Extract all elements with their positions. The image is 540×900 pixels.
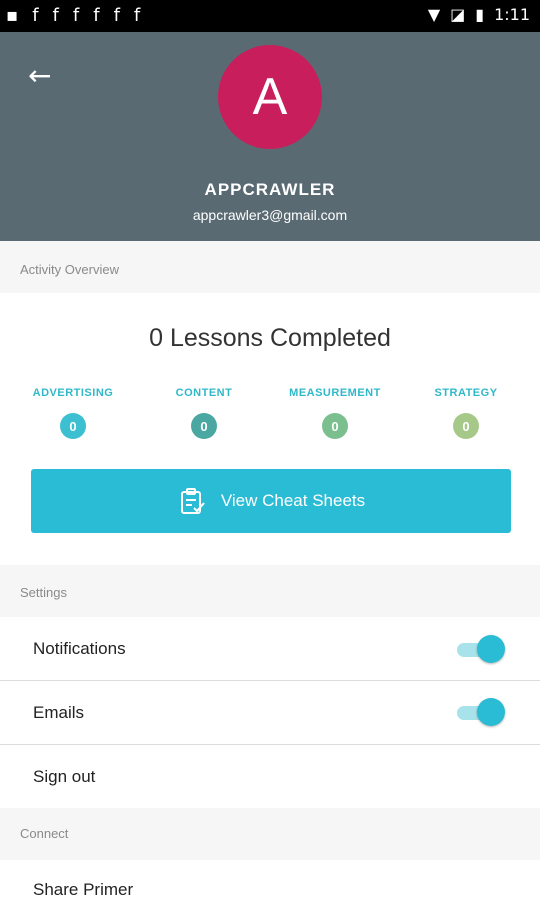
facebook-icon: f	[113, 5, 120, 26]
facebook-icon: f	[32, 5, 39, 26]
avatar: A	[218, 45, 322, 149]
clipboard-check-icon	[180, 488, 205, 514]
emails-label: Emails	[33, 703, 85, 722]
notifications-label: Notifications	[33, 639, 126, 658]
facebook-icon: f	[133, 5, 141, 26]
lessons-completed: 0 Lessons Completed	[149, 324, 391, 352]
no-signal-icon: ◪	[450, 5, 466, 24]
notification-icons: ▪ f f f f f f	[6, 6, 140, 26]
category-strategy-label: STRATEGY	[434, 387, 498, 399]
category-advertising-label: ADVERTISING	[32, 387, 114, 399]
category-measurement-label: MEASUREMENT	[289, 387, 381, 399]
system-status: ▼ ◪ ▮ 1:11	[428, 5, 530, 24]
view-cheat-sheets-button[interactable]: View Cheat Sheets	[31, 469, 511, 533]
settings-section-title: Settings	[20, 585, 67, 600]
battery-icon: ▮	[475, 5, 485, 24]
category-strategy-count: 0	[453, 413, 479, 439]
emails-switch[interactable]	[453, 698, 509, 726]
avatar-letter: A	[252, 68, 288, 126]
connect-section-header	[0, 808, 540, 860]
back-arrow-icon[interactable]: ←	[28, 62, 51, 90]
notifications-switch[interactable]	[453, 635, 509, 663]
user-email: appcrawler3@gmail.com	[192, 207, 348, 223]
clock: 1:11	[494, 5, 530, 24]
sign-out-button[interactable]: Sign out	[33, 767, 95, 787]
facebook-icon: f	[52, 5, 59, 26]
category-advertising-count: 0	[60, 413, 86, 439]
divider	[0, 680, 540, 681]
connect-section-title: Connect	[20, 826, 69, 841]
wifi-icon: ▼	[427, 5, 441, 24]
switch-thumb	[477, 635, 505, 663]
divider	[0, 744, 540, 745]
category-content-count: 0	[191, 413, 217, 439]
facebook-icon: f	[72, 5, 80, 26]
notification-icon: ▪	[6, 5, 19, 26]
switch-thumb	[477, 698, 505, 726]
settings-section-header	[0, 565, 540, 617]
app-name: APPCRAWLER	[204, 180, 336, 199]
view-cheat-sheets-label: View Cheat Sheets	[220, 491, 366, 510]
category-measurement-count: 0	[322, 413, 348, 439]
facebook-icon: f	[93, 5, 100, 26]
category-content-label: CONTENT	[175, 387, 233, 399]
activity-section-title: Activity Overview	[20, 262, 119, 277]
status-bar: ▪ f f f f f f ▼ ◪ ▮ 1:11	[0, 0, 540, 32]
share-primer-button[interactable]: Share Primer	[33, 880, 133, 900]
